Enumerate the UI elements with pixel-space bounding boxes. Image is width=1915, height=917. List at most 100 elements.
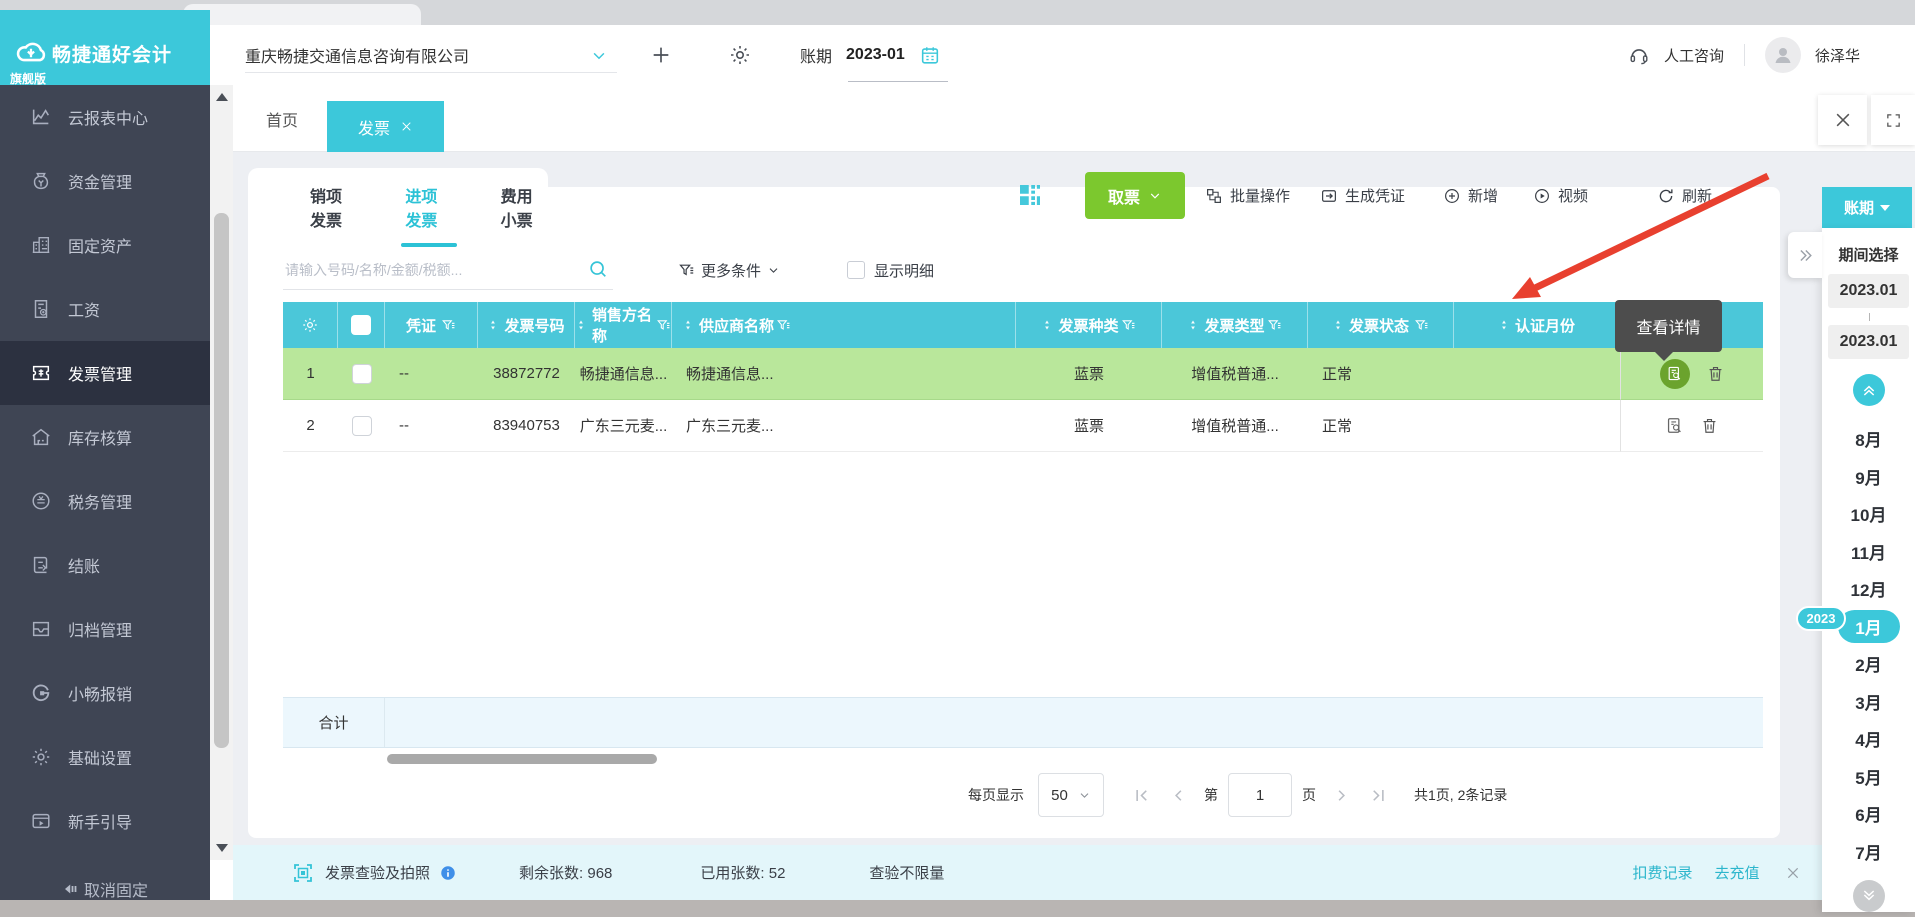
first-page-icon[interactable] xyxy=(1132,786,1151,805)
sort-icon[interactable] xyxy=(1332,318,1344,332)
header-voucher[interactable]: 凭证 xyxy=(385,302,478,348)
dismiss-bar-icon[interactable] xyxy=(1785,865,1801,881)
filter-funnel-icon[interactable] xyxy=(656,318,671,333)
month-item[interactable]: 10月 xyxy=(1822,495,1915,533)
header-invoice-no[interactable]: 发票号码 xyxy=(478,302,575,348)
calendar-icon[interactable] xyxy=(919,44,941,66)
sidebar-item-basic-settings[interactable]: 基础设置 xyxy=(0,725,210,789)
delete-icon[interactable] xyxy=(1700,416,1719,435)
cell-invoice-no[interactable]: 83940753 xyxy=(478,400,575,452)
search-icon[interactable] xyxy=(587,258,609,280)
search-input[interactable] xyxy=(283,250,613,290)
select-all-header[interactable] xyxy=(338,302,385,348)
close-page-button[interactable] xyxy=(1818,95,1867,145)
show-detail-checkbox[interactable] xyxy=(847,261,865,279)
company-chevron-down-icon[interactable] xyxy=(590,47,608,65)
range-end[interactable]: 2023.01 xyxy=(1828,325,1909,359)
header-supplier[interactable]: 供应商名称 xyxy=(672,302,1016,348)
collapse-panel-button[interactable] xyxy=(1788,232,1822,278)
month-item[interactable]: 7月 xyxy=(1822,833,1915,871)
sidebar-item-funds[interactable]: 资金管理 xyxy=(0,149,210,213)
filter-funnel-icon[interactable] xyxy=(1121,318,1136,333)
sort-icon[interactable] xyxy=(1498,318,1510,332)
video-button[interactable]: 视频 xyxy=(1533,172,1588,219)
sort-icon[interactable] xyxy=(487,318,499,332)
settings-gear-icon[interactable] xyxy=(728,43,752,67)
filter-funnel-icon[interactable] xyxy=(776,318,791,333)
per-page-select[interactable]: 50 xyxy=(1038,773,1104,817)
subtab-input-invoices[interactable]: 进项发票 xyxy=(405,183,452,231)
delete-icon[interactable] xyxy=(1706,364,1725,383)
subtab-sales-invoices[interactable]: 销项发票 xyxy=(310,183,357,231)
row-select[interactable] xyxy=(338,400,385,452)
prev-page-icon[interactable] xyxy=(1169,786,1188,805)
get-ticket-button[interactable]: 取票 xyxy=(1085,172,1185,219)
sidebar-item-salary[interactable]: 工资 xyxy=(0,277,210,341)
headset-icon[interactable] xyxy=(1628,44,1650,66)
info-icon[interactable] xyxy=(439,864,457,882)
username[interactable]: 徐泽华 xyxy=(1815,45,1860,66)
month-item[interactable]: 4月 xyxy=(1822,720,1915,758)
tab-close-icon[interactable] xyxy=(400,120,413,133)
month-item[interactable]: 3月 xyxy=(1822,683,1915,721)
view-detail-button[interactable] xyxy=(1659,358,1690,389)
month-item[interactable]: 11月 xyxy=(1822,533,1915,571)
sidebar-item-closing[interactable]: 结账 xyxy=(0,533,210,597)
unpin-sidebar-button[interactable]: 取消固定 xyxy=(0,877,210,901)
sidebar-item-beginner-guide[interactable]: 新手引导 xyxy=(0,789,210,853)
fullscreen-button[interactable] xyxy=(1871,95,1915,145)
period-panel-button[interactable]: 账期 xyxy=(1822,187,1912,228)
batch-actions-button[interactable]: 批量操作 xyxy=(1205,172,1290,219)
page-number-input[interactable] xyxy=(1228,773,1292,817)
avatar[interactable] xyxy=(1764,37,1801,73)
month-item[interactable]: 5月 xyxy=(1822,758,1915,796)
next-page-icon[interactable] xyxy=(1332,786,1351,805)
header-status[interactable]: 发票状态 xyxy=(1308,302,1454,348)
tab-home[interactable]: 首页 xyxy=(266,85,298,152)
month-item[interactable]: 2月 xyxy=(1822,645,1915,683)
sidebar-item-cloud-reports[interactable]: 云报表中心 xyxy=(0,85,210,149)
support-link[interactable]: 人工咨询 xyxy=(1664,45,1724,66)
row-select[interactable] xyxy=(338,348,385,400)
sort-icon[interactable] xyxy=(1041,318,1053,332)
sort-icon[interactable] xyxy=(1187,318,1199,332)
header-kind[interactable]: 发票种类 xyxy=(1016,302,1162,348)
sidebar-item-tax[interactable]: 税务管理 xyxy=(0,469,210,533)
add-button[interactable]: 新增 xyxy=(1443,172,1498,219)
qr-scan-icon[interactable] xyxy=(1015,180,1045,210)
sort-icon[interactable] xyxy=(575,318,587,332)
sidebar-item-archive[interactable]: 归档管理 xyxy=(0,597,210,661)
view-detail-icon[interactable] xyxy=(1665,416,1684,435)
scroll-down-arrow[interactable] xyxy=(216,844,228,852)
generate-voucher-button[interactable]: 生成凭证 xyxy=(1320,172,1405,219)
fee-record-link[interactable]: 扣费记录 xyxy=(1632,862,1692,883)
scroll-months-down-button[interactable] xyxy=(1852,880,1885,912)
recharge-link[interactable]: 去充值 xyxy=(1714,862,1759,883)
sidebar-scrollbar[interactable] xyxy=(210,85,233,860)
cell-invoice-no[interactable]: 38872772 xyxy=(478,348,575,400)
company-select[interactable]: 重庆畅捷交通信息咨询有限公司 xyxy=(245,25,469,85)
period-value[interactable]: 2023-01 xyxy=(846,46,905,64)
sidebar-item-reimburse[interactable]: 小畅报销 xyxy=(0,661,210,725)
header-seller[interactable]: 销售方名称 xyxy=(575,302,672,348)
sidebar-item-invoice-management[interactable]: 发票管理 xyxy=(0,341,210,405)
column-settings-header[interactable] xyxy=(283,302,338,348)
row-checkbox[interactable] xyxy=(351,363,372,384)
filter-funnel-icon[interactable] xyxy=(441,318,456,333)
range-start[interactable]: 2023.01 xyxy=(1828,274,1909,308)
horizontal-scrollbar-thumb[interactable] xyxy=(387,754,657,764)
select-all-checkbox[interactable] xyxy=(351,315,371,335)
subtab-expense-receipts[interactable]: 费用小票 xyxy=(501,183,548,231)
row-checkbox[interactable] xyxy=(351,415,372,436)
filter-funnel-icon[interactable] xyxy=(1267,318,1282,333)
scrollbar-thumb[interactable] xyxy=(214,213,229,748)
sort-icon[interactable] xyxy=(682,318,694,332)
scroll-months-up-button[interactable] xyxy=(1852,374,1885,406)
month-item[interactable]: 9月 xyxy=(1822,458,1915,496)
refresh-button[interactable]: 刷新 xyxy=(1657,172,1712,219)
header-type[interactable]: 发票类型 xyxy=(1162,302,1308,348)
last-page-icon[interactable] xyxy=(1369,786,1388,805)
show-detail-toggle[interactable]: 显示明细 xyxy=(847,255,934,285)
sidebar-item-inventory[interactable]: 库存核算 xyxy=(0,405,210,469)
sidebar-item-fixed-assets[interactable]: 固定资产 xyxy=(0,213,210,277)
